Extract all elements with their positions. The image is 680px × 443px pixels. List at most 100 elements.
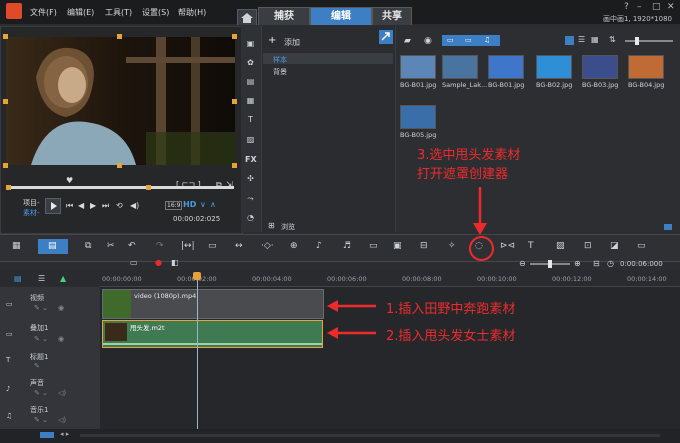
color-grading-icon[interactable]: ▨ — [556, 241, 565, 251]
tab-share[interactable]: 共享 — [372, 7, 412, 25]
path-icon[interactable]: ✣ — [245, 173, 256, 184]
music-track-row[interactable] — [100, 400, 680, 430]
media-item-name[interactable]: BG-B01.jpg — [400, 81, 436, 89]
track-edit-icon[interactable]: ✎ ⌄ — [34, 389, 48, 397]
browse-label[interactable]: 浏览 — [281, 222, 295, 232]
mask-creator-icon[interactable]: ◌ — [475, 241, 483, 251]
copy-icon[interactable]: ⧉ — [85, 241, 91, 251]
overlay-clip[interactable]: 甩头发.m2t — [102, 320, 323, 348]
record-voice-icon[interactable]: ● — [155, 258, 162, 267]
motion-icon[interactable]: ⤳ — [245, 193, 256, 204]
title-icon[interactable]: T — [245, 114, 256, 125]
mark-out-icon[interactable] — [146, 185, 151, 190]
aspect-badge[interactable]: 16:9 — [165, 201, 183, 210]
zoom-out-icon[interactable]: ⊖ — [519, 259, 526, 268]
playhead-marker-icon[interactable]: ♥ — [66, 176, 73, 185]
track-edit-icon[interactable]: ✎ — [34, 362, 40, 370]
volume-down-icon[interactable]: ∨ — [200, 200, 206, 209]
scroll-arrows-icon[interactable]: ◂ ▸ — [60, 430, 69, 438]
voice-track-row[interactable] — [100, 373, 680, 401]
tab-edit[interactable]: 编辑 — [310, 7, 372, 25]
trim-brackets-icon[interactable]: [ ⊏⊐ ] — [176, 180, 201, 189]
record-icon[interactable]: ◉ — [424, 36, 432, 46]
prev-frame-icon[interactable]: ◀ — [78, 201, 84, 210]
track-edit-icon[interactable]: ✎ ⌄ — [34, 416, 48, 424]
crop-icon[interactable]: ◪ — [610, 241, 619, 251]
chapter-icon[interactable]: ☰ — [38, 274, 45, 283]
auto-music-icon[interactable]: ♬ — [343, 241, 351, 251]
folder-sample[interactable]: 样本 — [273, 55, 287, 65]
crop-handle[interactable] — [3, 163, 8, 168]
media-thumbnail[interactable] — [536, 55, 572, 79]
track-header-overlay[interactable] — [0, 319, 100, 349]
title-track-row[interactable] — [100, 348, 680, 374]
crop-handle[interactable] — [232, 99, 237, 104]
undo-icon[interactable]: ↶ — [128, 241, 136, 251]
maximize-icon[interactable]: □ — [652, 2, 661, 12]
menu-help[interactable]: 帮助(H) — [178, 7, 206, 18]
media-thumbnail[interactable] — [582, 55, 618, 79]
export-icon[interactable]: ▭ — [637, 241, 646, 251]
track-mute-icon[interactable]: ◁) — [58, 389, 66, 397]
sort-icon[interactable]: ⇅ — [609, 35, 616, 44]
crop-handle[interactable] — [232, 163, 237, 168]
snap-icon[interactable]: ·◇· — [261, 241, 274, 251]
menu-settings[interactable]: 设置(S) — [142, 7, 169, 18]
menu-file[interactable]: 文件(F) — [30, 7, 57, 18]
media-thumbnail[interactable] — [400, 105, 436, 129]
copy-frame-icon[interactable]: ⧉ — [216, 180, 222, 190]
media-thumbnail[interactable] — [628, 55, 664, 79]
zoom-time[interactable]: 0:00:06:000 — [620, 260, 663, 268]
track-manager-icon[interactable]: ▤ — [14, 274, 22, 283]
hd-badge[interactable]: HD — [183, 200, 196, 209]
media-thumbnail[interactable] — [488, 55, 524, 79]
timeline-view-button[interactable]: ▤ — [38, 239, 68, 254]
horizontal-scrollbar[interactable] — [80, 434, 660, 437]
multi-camera-icon[interactable]: ▣ — [393, 241, 402, 251]
menu-edit[interactable]: 编辑(E) — [67, 7, 94, 18]
clock-icon[interactable]: ◷ — [607, 259, 614, 268]
fx-icon[interactable]: FX — [245, 154, 257, 165]
playhead-handle[interactable] — [193, 272, 201, 280]
add-icon[interactable]: + — [268, 35, 276, 46]
media-item-name[interactable]: BG-B04.jpg — [628, 81, 664, 89]
track-header-video[interactable] — [0, 287, 100, 320]
thumb-view-icon[interactable]: ▦ — [591, 35, 599, 44]
storyboard-view-icon[interactable]: ▦ — [12, 241, 21, 251]
crop-handle[interactable] — [117, 163, 122, 168]
audio-filter-icon[interactable]: ♫ — [484, 36, 490, 44]
gauge-icon[interactable]: ◔ — [245, 212, 256, 223]
sub-toolbar-icon[interactable]: ▭ — [130, 258, 138, 267]
media-thumbnail[interactable] — [400, 55, 436, 79]
media-thumbnail[interactable] — [442, 55, 478, 79]
thumb-size-slider[interactable] — [625, 40, 673, 42]
library-expand-icon[interactable] — [379, 30, 393, 44]
video-clip[interactable]: video (1080p).mp4 — [102, 289, 324, 319]
ripple-icon[interactable]: ↔ — [235, 241, 243, 251]
instant-project-icon[interactable]: ✿ — [245, 57, 256, 68]
video-filter-icon[interactable]: ▭ — [447, 36, 454, 44]
crop-handle[interactable] — [3, 34, 8, 39]
media-icon[interactable]: ▣ — [245, 38, 256, 49]
browse-icon[interactable]: ⊞ — [268, 221, 275, 230]
project-mode-label[interactable]: 项目- — [23, 198, 40, 208]
split-audio-icon[interactable]: ⊡ — [584, 241, 592, 251]
menu-tools[interactable]: 工具(T) — [105, 7, 132, 18]
media-item-name[interactable]: Sample_Lak... — [442, 81, 487, 89]
media-item-name[interactable]: BG-B02.jpg — [536, 81, 572, 89]
track-header-music[interactable] — [0, 400, 100, 430]
timeline-scroll-thumb[interactable] — [40, 432, 54, 438]
timecode[interactable]: 00:00:02:025 — [173, 215, 220, 223]
crop-handle[interactable] — [117, 34, 122, 39]
audio-duck-icon[interactable]: ◧ — [171, 258, 179, 267]
folder-background[interactable]: 背景 — [273, 67, 287, 77]
tab-capture[interactable]: 捕获 — [258, 7, 310, 25]
details-view-icon[interactable]: ☰ — [578, 35, 585, 44]
list-view-icon[interactable] — [565, 36, 574, 45]
stabilize-icon[interactable]: ⊳⊲ — [500, 241, 515, 251]
zoom-in-icon[interactable]: ⊕ — [574, 259, 581, 268]
split-icon[interactable]: ⇲ — [226, 180, 233, 189]
play-button[interactable] — [45, 198, 61, 214]
help-icon[interactable]: ? — [624, 2, 629, 12]
close-icon[interactable]: ✕ — [667, 2, 675, 12]
